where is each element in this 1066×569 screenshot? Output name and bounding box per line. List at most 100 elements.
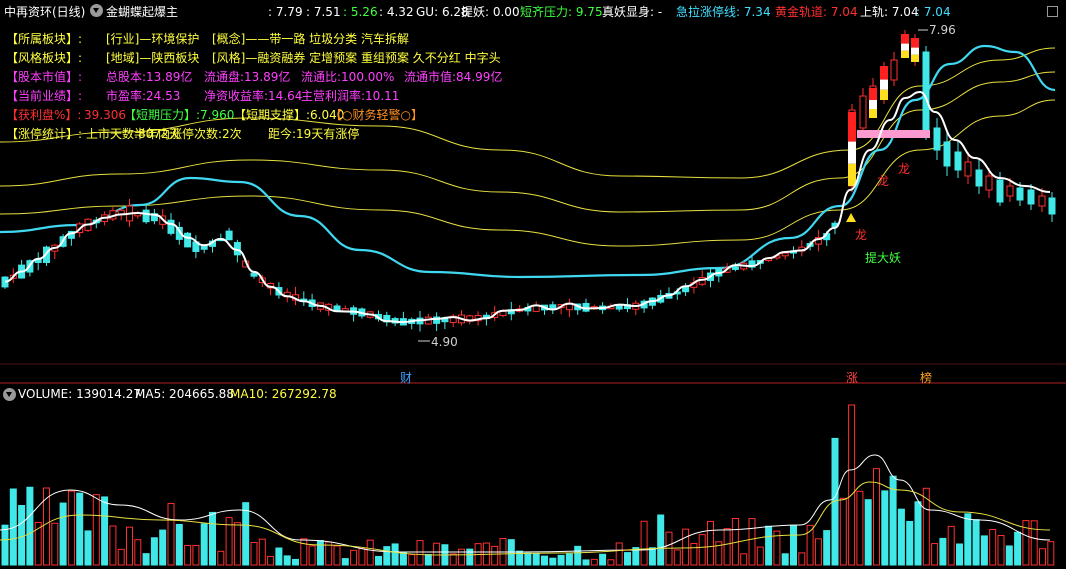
volume-bar: [682, 528, 690, 566]
volume-bar: [980, 535, 988, 566]
volume-bar: [1014, 531, 1022, 566]
volume-bar: [972, 519, 980, 566]
volume-bar: [316, 540, 324, 566]
volume-bar: [308, 545, 316, 566]
volume-bar: [673, 549, 681, 566]
signal-bar: [880, 79, 888, 90]
low-price-label: 4.90: [431, 335, 458, 349]
volume-bar: [424, 554, 432, 566]
signal-bar: [911, 54, 919, 62]
volume-bar: [931, 543, 939, 566]
volume-bar: [258, 538, 266, 566]
signal-bar: [901, 50, 909, 58]
volume-bar: [84, 530, 92, 566]
volume-settings-icon[interactable]: [3, 388, 16, 401]
volume-bar: [839, 497, 847, 566]
info-row-value: 市盈率:24.53: [106, 89, 181, 103]
volume-bar: [51, 522, 59, 566]
volume-bar: [267, 555, 275, 566]
dragon-label: 龙: [877, 174, 890, 188]
info-row-label: 【风格板块】:: [6, 51, 83, 65]
volume-bar: [914, 501, 922, 566]
candle-body: [859, 95, 867, 129]
info-row-value: 净资收益率:14.64: [204, 89, 303, 103]
signal-bar: [848, 112, 856, 142]
volume-bar: [1005, 545, 1013, 566]
volume-bar: [549, 557, 557, 566]
volume-bar: [557, 554, 565, 566]
volume-bar: [823, 530, 831, 566]
candle-body: [167, 219, 175, 234]
volume-bar: [341, 558, 349, 566]
volume-bar: [466, 548, 474, 566]
volume-bar: [217, 550, 225, 566]
info-row-value: 39.306: [84, 108, 126, 122]
volume-bar: [126, 526, 133, 566]
volume-bar: [117, 548, 125, 566]
volume-bar: [76, 492, 84, 566]
volume-bar: [698, 534, 706, 566]
volume-bar: [350, 549, 358, 566]
volume-bar: [375, 555, 382, 566]
volume-bar: [541, 555, 548, 566]
volume-ma5: MA5: 204665.88: [135, 387, 234, 401]
volume-bar: [707, 520, 714, 566]
volume-bar: [997, 534, 1005, 566]
event-cai-label[interactable]: 财: [400, 369, 412, 386]
volume-bar: [192, 544, 200, 566]
signal-bar: [869, 109, 877, 118]
volume-bar: [101, 496, 109, 566]
volume-bar: [408, 554, 416, 566]
signal-bar: [848, 141, 856, 164]
candle-body: [954, 151, 962, 171]
volume-bar: [18, 505, 26, 566]
candle-body: [1027, 189, 1035, 205]
volume-bar: [723, 528, 731, 566]
volume-bar: [250, 541, 258, 566]
volume-bar: [59, 502, 67, 566]
candle-body: [890, 59, 898, 81]
volume-bar: [449, 553, 457, 566]
volume-bar: [624, 552, 631, 566]
info-row-value: 流通盘:13.89亿: [204, 70, 291, 84]
volume-bar: [532, 553, 540, 566]
candle-body: [1016, 187, 1024, 201]
volume-bar: [292, 558, 299, 566]
kline-chart[interactable]: [0, 0, 1066, 569]
volume-bar: [615, 542, 623, 566]
signal-bar: [911, 38, 919, 48]
info-row-value: 主营利润率:10.11: [301, 89, 400, 103]
volume-bar: [159, 529, 167, 566]
volume-bar: [814, 538, 822, 566]
volume-bar: [740, 553, 748, 566]
volume-bar: [790, 525, 797, 566]
event-zhang-label[interactable]: 涨: [846, 369, 858, 386]
volume-bar: [333, 545, 341, 566]
dragon-label: 龙: [855, 228, 868, 242]
volume-bar: [358, 548, 366, 566]
volume-bar: [92, 494, 100, 566]
volume-bar: [150, 537, 158, 566]
info-row-label: 【获利盘%】:: [6, 108, 82, 122]
info-row-label: 【涨停统计】:: [6, 127, 83, 141]
candle-body: [933, 127, 941, 151]
info-row-value: 总股本:13.89亿: [106, 70, 193, 84]
volume-bar: [283, 555, 291, 566]
signal-bar: [901, 43, 909, 51]
info-row-value: 半年内涨停次数:2次: [134, 127, 242, 141]
candle-body: [549, 304, 557, 310]
volume-bar: [233, 522, 241, 566]
candle-body: [781, 252, 789, 257]
volume-bar: [433, 542, 441, 566]
volume-bar: [864, 499, 872, 566]
volume-bar: [881, 490, 889, 566]
volume-bar: [109, 525, 117, 566]
dragon-label: 龙: [898, 162, 911, 176]
volume-bar: [399, 552, 407, 566]
volume-bar: [142, 553, 150, 566]
signal-bar: [901, 34, 909, 44]
info-row-label: 【股本市值】:: [6, 70, 83, 84]
event-bang-label[interactable]: 榜: [920, 369, 932, 386]
volume-bar: [599, 553, 607, 566]
volume-bar: [897, 508, 905, 566]
